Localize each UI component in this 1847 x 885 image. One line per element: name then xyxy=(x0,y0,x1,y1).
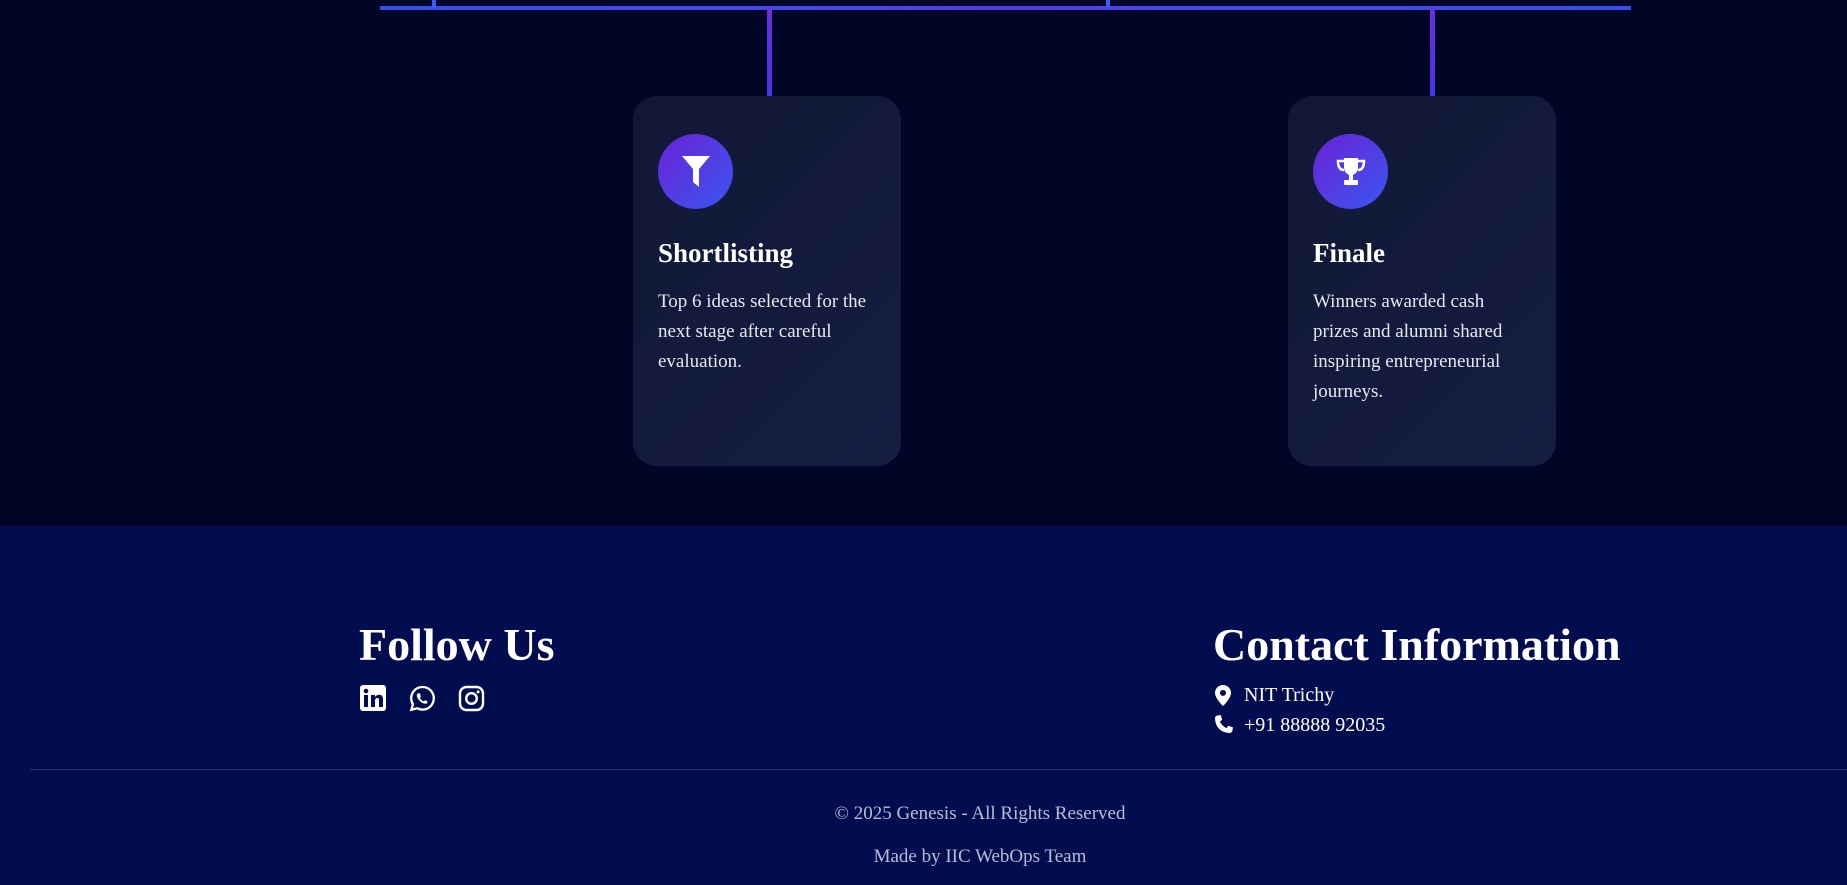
trophy-icon xyxy=(1313,134,1388,209)
instagram-icon xyxy=(458,685,484,711)
credit-text: Made by IIC WebOps Team xyxy=(873,846,1087,867)
timeline-tick xyxy=(432,0,436,8)
follow-us-heading: Follow Us xyxy=(359,619,555,670)
timeline-line xyxy=(380,6,1631,10)
card-description: Top 6 ideas selected for the next stage … xyxy=(658,291,867,372)
footer: Follow Us Contact Information NIT Trichy… xyxy=(0,526,1847,885)
contact-info-heading: Contact Information xyxy=(1213,619,1621,670)
contact-phone-text[interactable]: +91 88888 92035 xyxy=(1244,713,1385,737)
phone-icon xyxy=(1213,715,1233,735)
contact-location: NIT Trichy xyxy=(1213,683,1334,707)
timeline-card-shortlisting: Shortlisting Top 6 ideas selected for th… xyxy=(633,96,901,466)
map-pin-icon xyxy=(1213,684,1233,706)
timeline-card-finale: Finale Winners awarded cash prizes and a… xyxy=(1288,96,1556,466)
contact-location-text: NIT Trichy xyxy=(1244,684,1335,706)
card-description: Winners awarded cash prizes and alumni s… xyxy=(1313,291,1503,402)
instagram-link[interactable] xyxy=(457,684,485,712)
social-links xyxy=(359,684,485,712)
timeline-section: Shortlisting Top 6 ideas selected for th… xyxy=(0,0,1847,526)
copyright-text: © 2025 Genesis - All Rights Reserved xyxy=(834,803,1126,824)
whatsapp-icon xyxy=(409,685,435,711)
timeline-connector xyxy=(1430,8,1435,96)
linkedin-link[interactable] xyxy=(359,684,387,712)
whatsapp-link[interactable] xyxy=(408,684,436,712)
timeline-tick xyxy=(1106,0,1110,8)
filter-icon xyxy=(658,134,733,209)
timeline-connector xyxy=(767,8,772,96)
card-title: Finale xyxy=(1313,238,1385,268)
card-title: Shortlisting xyxy=(658,238,794,268)
linkedin-icon xyxy=(360,685,386,711)
footer-divider xyxy=(30,769,1847,770)
contact-phone: +91 88888 92035 xyxy=(1213,713,1385,737)
